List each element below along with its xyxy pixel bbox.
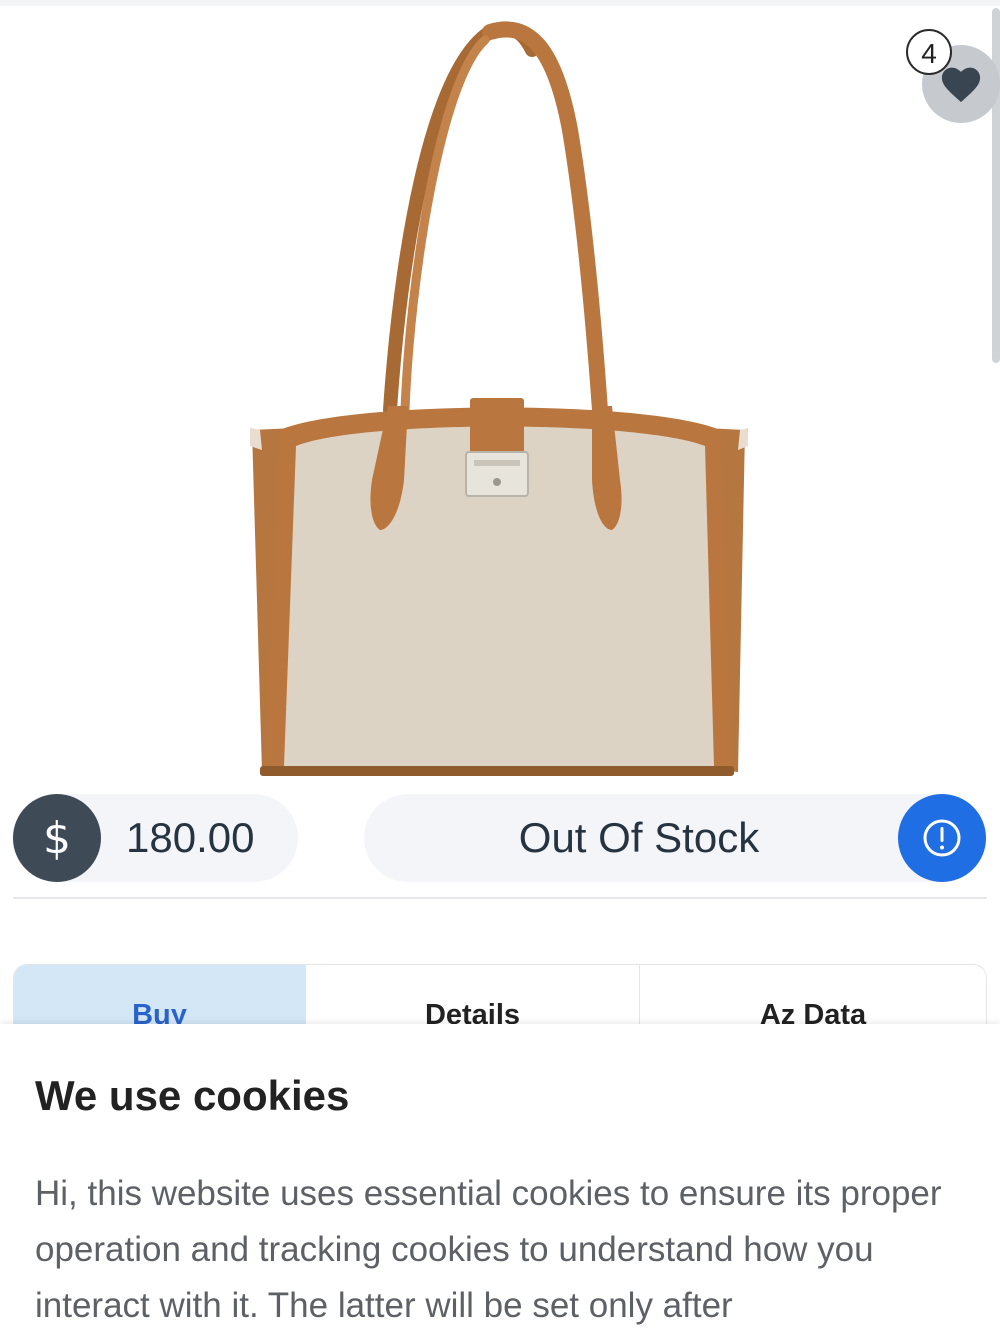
exclamation-circle-icon (923, 819, 961, 857)
top-strip (0, 0, 1000, 6)
cookie-banner: We use cookies Hi, this website uses ess… (0, 1024, 1000, 1333)
currency-badge: $ (13, 794, 101, 882)
heart-icon (941, 67, 981, 103)
stock-info-button[interactable] (898, 794, 986, 882)
divider (13, 897, 987, 899)
product-image[interactable] (200, 10, 800, 790)
dollar-icon: $ (43, 812, 71, 864)
cookie-banner-text: Hi, this website uses essential cookies … (35, 1174, 942, 1325)
stock-status-text: Out Of Stock (518, 814, 760, 861)
cookie-banner-title: We use cookies (35, 1072, 350, 1119)
price-value: 180.00 (126, 814, 255, 861)
product-page: 4 $ 180.00 Out Of Stock Buy Details Az D… (0, 0, 1000, 1333)
wishlist-count-badge: 4 (906, 29, 952, 75)
